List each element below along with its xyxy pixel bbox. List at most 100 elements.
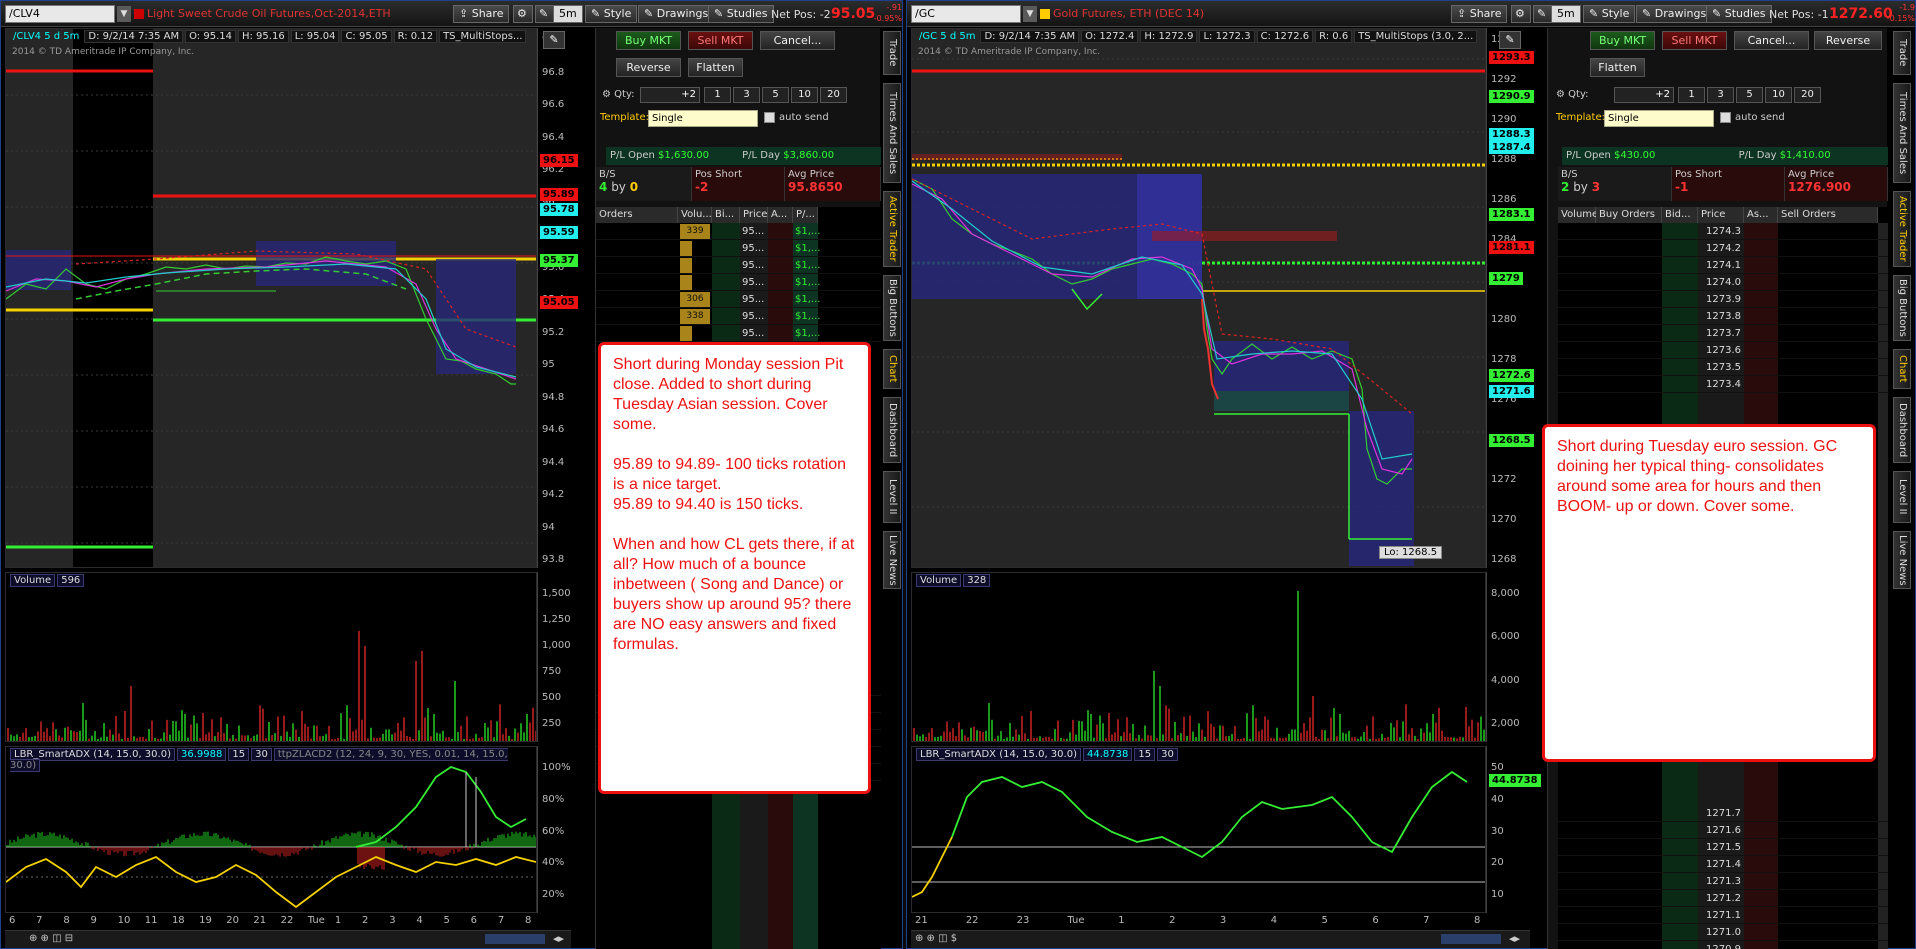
chevron-down-icon[interactable]: ▼ — [1023, 6, 1037, 22]
col-bid[interactable]: Bi... — [712, 207, 740, 223]
side-tab-level-ii[interactable]: Level II — [1893, 471, 1911, 523]
studies-button[interactable]: ✎ Studies — [1706, 5, 1772, 23]
timeframe-button[interactable]: 5m — [1551, 5, 1581, 23]
chart-pen-icon[interactable]: ✎ — [1499, 31, 1521, 49]
side-tab-active-trader[interactable]: Active Trader — [883, 191, 901, 267]
ladder-row[interactable]: 1271.7 — [1558, 805, 1888, 822]
side-tab-dashboard[interactable]: Dashboard — [1893, 397, 1911, 463]
timeframe-button[interactable]: 5m — [553, 5, 583, 23]
indicator-chart[interactable]: LBR_SmartADX (14, 15.0, 30.0) 44.8738 15 30 — [911, 746, 1486, 913]
qty-1-button[interactable]: 1 — [1678, 87, 1705, 103]
style-button[interactable]: ✎ Style — [585, 5, 637, 23]
side-tab-trade[interactable]: Trade — [883, 31, 901, 75]
qty-20-button[interactable]: 20 — [820, 87, 847, 103]
side-tab-active-trader[interactable]: Active Trader — [1893, 191, 1911, 267]
col-sell-orders[interactable]: Sell Orders — [1778, 207, 1878, 223]
ladder-row[interactable]: 1271.4 — [1558, 856, 1888, 873]
zoom-icons[interactable]: ⊕ ⊕ ◫ $ — [915, 933, 957, 944]
side-tab-dashboard[interactable]: Dashboard — [883, 397, 901, 463]
volume-chart[interactable]: Volume 596 — [5, 572, 537, 742]
template-select[interactable]: Single — [1604, 110, 1714, 127]
side-tab-chart[interactable]: Chart — [1893, 349, 1911, 389]
settings-icon[interactable]: ⚙ — [1511, 5, 1531, 23]
side-tab-chart[interactable]: Chart — [883, 349, 901, 389]
flatten-button[interactable]: Flatten — [1590, 58, 1645, 77]
qty-10-button[interactable]: 10 — [1765, 87, 1792, 103]
symbol-field[interactable]: /CLV4 — [5, 5, 115, 23]
ladder-row[interactable]: 1273.6 — [1558, 342, 1888, 359]
col-ask[interactable]: A... — [768, 207, 793, 223]
ladder-row[interactable]: 1274.1 — [1558, 257, 1888, 274]
ladder-row[interactable]: 1273.4 — [1558, 376, 1888, 393]
studies-button[interactable]: ✎ Studies — [708, 5, 774, 23]
ladder-row[interactable]: 95... $1,... — [596, 257, 881, 274]
auto-send-checkbox[interactable] — [1720, 112, 1731, 123]
share-button[interactable]: ⇪ Share — [1451, 5, 1507, 23]
col-bid[interactable]: Bid... — [1662, 207, 1698, 223]
share-button[interactable]: ⇪ Share — [453, 5, 509, 23]
qty-1-button[interactable]: 1 — [704, 87, 731, 103]
symbol-field[interactable]: /GC — [911, 5, 1021, 23]
auto-send-checkbox[interactable] — [764, 112, 775, 123]
template-select[interactable]: Single — [648, 110, 758, 127]
ladder-row[interactable]: 338 95... $1,... — [596, 308, 881, 325]
reverse-button[interactable]: Reverse — [616, 58, 681, 77]
col-buy-orders[interactable]: Buy Orders — [1596, 207, 1662, 223]
reverse-button[interactable]: Reverse — [1814, 31, 1882, 50]
ladder-row[interactable]: 1271.5 — [1558, 839, 1888, 856]
ladder-row[interactable]: 1270.9 — [1558, 941, 1888, 949]
chart-pen-icon[interactable]: ✎ — [543, 31, 565, 49]
style-button[interactable]: ✎ Style — [1583, 5, 1635, 23]
side-tab-times-and-sales[interactable]: Times And Sales — [883, 83, 901, 183]
col-price[interactable]: Price — [1698, 207, 1744, 223]
ladder-row[interactable]: 1274.3 — [1558, 223, 1888, 240]
price-chart[interactable]: /GC 5 d 5m D: 9/2/14 7:35 AM O: 1272.4 H: 1… — [911, 28, 1486, 568]
drawings-button[interactable]: ✎ Drawings — [1636, 5, 1712, 23]
chevron-down-icon[interactable]: ▼ — [117, 6, 131, 22]
ladder-row[interactable]: 1273.5 — [1558, 359, 1888, 376]
ladder-row[interactable]: 95... $1,... — [596, 240, 881, 257]
cancel-button[interactable]: Cancel... — [760, 31, 835, 50]
ladder-row[interactable]: 306 95... $1,... — [596, 291, 881, 308]
qty-input[interactable]: +2 — [1614, 87, 1674, 103]
ladder-row[interactable]: 1274.2 — [1558, 240, 1888, 257]
ladder-row[interactable]: 1271.6 — [1558, 822, 1888, 839]
scroll-arrows-icon[interactable]: ◂▸ — [553, 932, 564, 945]
ladder-row[interactable]: 1271.2 — [1558, 890, 1888, 907]
qty-5-button[interactable]: 5 — [1736, 87, 1763, 103]
drawing-tool-icon[interactable]: ✎ — [535, 5, 555, 23]
horizontal-scrollbar[interactable] — [485, 934, 545, 944]
col-ask[interactable]: As... — [1744, 207, 1778, 223]
col-volume[interactable]: Volu... — [678, 207, 712, 223]
qty-20-button[interactable]: 20 — [1794, 87, 1821, 103]
horizontal-scrollbar[interactable] — [1441, 934, 1501, 944]
sell-mkt-button[interactable]: Sell MKT — [688, 31, 753, 50]
side-tab-big-buttons[interactable]: Big Buttons — [883, 275, 901, 341]
qty-10-button[interactable]: 10 — [791, 87, 818, 103]
indicator-chart[interactable]: LBR_SmartADX (14, 15.0, 30.0) 36.9988 15 30… — [5, 746, 537, 913]
ladder-row[interactable]: 95... $1,... — [596, 274, 881, 291]
qty-input[interactable]: +2 — [640, 87, 700, 103]
col-price[interactable]: Price — [740, 207, 768, 223]
side-tab-times-and-sales[interactable]: Times And Sales — [1893, 83, 1911, 183]
drawings-button[interactable]: ✎ Drawings — [638, 5, 714, 23]
drawing-tool-icon[interactable]: ✎ — [1533, 5, 1553, 23]
sell-mkt-button[interactable]: Sell MKT — [1662, 31, 1727, 50]
cancel-button[interactable]: Cancel... — [1734, 31, 1809, 50]
side-tab-big-buttons[interactable]: Big Buttons — [1893, 275, 1911, 341]
qty-3-button[interactable]: 3 — [733, 87, 760, 103]
buy-mkt-button[interactable]: Buy MKT — [1590, 31, 1655, 50]
ladder-row[interactable]: 1271.1 — [1558, 907, 1888, 924]
col-orders[interactable]: Orders — [596, 207, 678, 223]
ladder-row[interactable]: 1271.3 — [1558, 873, 1888, 890]
scroll-arrows-icon[interactable]: ◂▸ — [1509, 932, 1520, 945]
side-tab-live-news[interactable]: Live News — [1893, 531, 1911, 589]
col-pl[interactable]: P/... — [793, 207, 818, 223]
side-tab-level-ii[interactable]: Level II — [883, 471, 901, 523]
col-volume[interactable]: Volume — [1558, 207, 1596, 223]
ladder-row[interactable]: 1274.0 — [1558, 274, 1888, 291]
price-chart[interactable]: /CLV4 5 d 5m D: 9/2/14 7:35 AM O: 95.14 H: … — [5, 28, 537, 568]
qty-5-button[interactable]: 5 — [762, 87, 789, 103]
zoom-icons[interactable]: ⊕ ⊕ ◫ ⊟ — [29, 933, 73, 944]
buy-mkt-button[interactable]: Buy MKT — [616, 31, 681, 50]
